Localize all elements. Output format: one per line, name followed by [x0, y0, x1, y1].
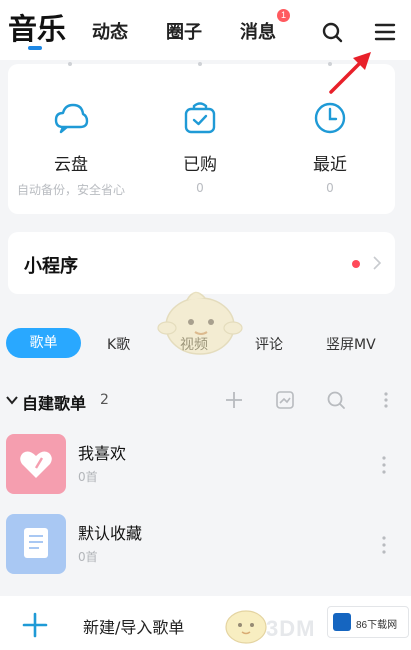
mascot-watermark [157, 291, 243, 355]
tab-feed[interactable]: 动态 [92, 18, 128, 44]
import-icon[interactable] [275, 390, 295, 410]
playlist-row[interactable]: 默认收藏 0首 [0, 514, 411, 584]
annotation-arrow-icon [329, 52, 371, 94]
shortcut-sub: 0 [196, 181, 204, 195]
site-logo: 86下载网 [327, 606, 409, 638]
mini-program-title: 小程序 [24, 256, 78, 277]
shortcut-label: 已购 [183, 155, 217, 175]
playlist-title: 我喜欢 [78, 444, 127, 463]
tab-music[interactable]: 音乐 [8, 6, 66, 48]
plus-icon[interactable] [22, 612, 48, 638]
chevron-right-icon [373, 256, 382, 270]
playlist-count: 0首 [78, 550, 98, 564]
search-playlist-icon[interactable] [326, 390, 346, 410]
message-badge: 1 [277, 9, 290, 22]
more-icon[interactable] [381, 454, 387, 476]
shortcut-cloud[interactable]: 云盘 自动备份，安全省心 [16, 100, 126, 198]
tab-playlists[interactable]: 歌单 [6, 328, 81, 358]
playlists-header: 自建歌单 2 [0, 384, 411, 416]
add-icon[interactable] [224, 390, 244, 410]
notification-dot [352, 260, 360, 268]
playlist-cover [6, 434, 66, 494]
heart-icon [20, 451, 52, 478]
tab-karaoke[interactable]: K歌 [107, 334, 130, 354]
more-icon[interactable] [381, 534, 387, 556]
create-playlist-label: 新建/导入歌单 [83, 618, 185, 637]
shortcut-label: 云盘 [54, 155, 88, 175]
clock-icon [314, 102, 346, 134]
shortcut-sub: 0 [326, 181, 334, 195]
shortcut-sub: 自动备份，安全省心 [16, 183, 125, 197]
shortcut-purchased[interactable]: 已购 0 [145, 100, 255, 195]
tab-vertical-mv[interactable]: 竖屏MV [326, 334, 376, 354]
bag-check-icon [184, 102, 216, 134]
cloud-icon [54, 103, 89, 134]
menu-icon[interactable] [373, 20, 397, 44]
playlists-count: 2 [100, 392, 109, 408]
playlist-row[interactable]: 我喜欢 0首 [0, 434, 411, 504]
more-icon[interactable] [376, 390, 396, 410]
watermark-text: 3DM [266, 616, 316, 641]
document-icon [24, 528, 48, 558]
playlists-title: 自建歌单 [22, 394, 87, 413]
tab-messages[interactable]: 消息 [240, 18, 276, 44]
chevron-down-icon[interactable] [6, 395, 18, 405]
tab-circles[interactable]: 圈子 [166, 18, 202, 44]
search-icon[interactable] [320, 20, 344, 44]
tab-comments[interactable]: 评论 [255, 334, 283, 354]
site-logo-text: 86下载网 [356, 620, 398, 631]
playlist-count: 0首 [78, 470, 98, 484]
shortcut-recent[interactable]: 最近 0 [275, 100, 385, 195]
active-tab-indicator [28, 46, 42, 50]
shortcut-label: 最近 [313, 155, 347, 175]
mascot-watermark-small [225, 610, 267, 644]
playlist-title: 默认收藏 [78, 524, 143, 543]
playlist-cover [6, 514, 66, 574]
